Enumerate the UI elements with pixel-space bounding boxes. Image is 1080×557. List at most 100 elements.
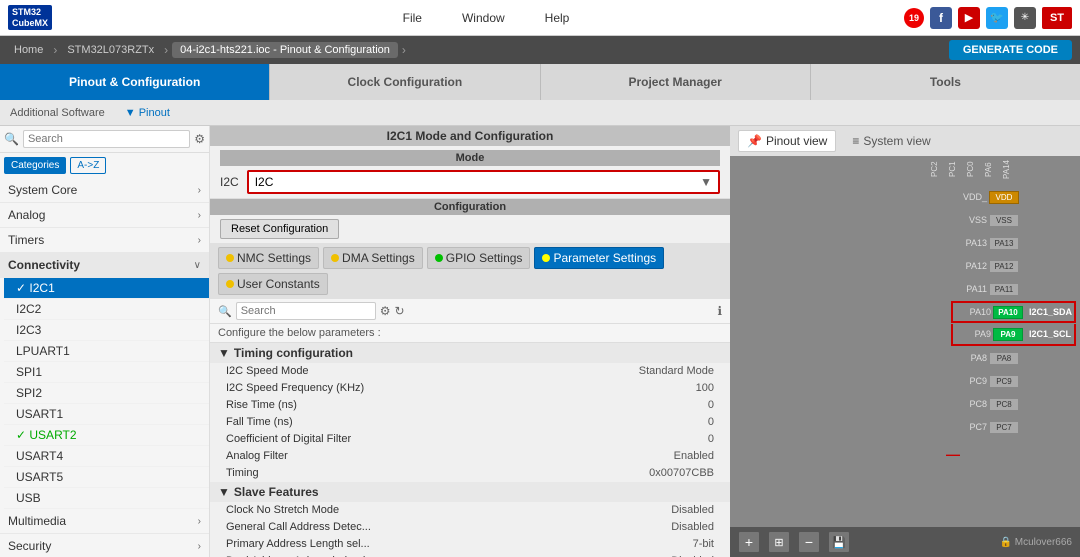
i2c-mode-select[interactable]: I2C ▼ (247, 170, 720, 194)
generate-code-button[interactable]: GENERATE CODE (949, 40, 1072, 60)
sidebar-item-connectivity[interactable]: Connectivity ∨ (0, 253, 209, 278)
sidebar-item-usb[interactable]: USB (4, 488, 209, 509)
tab-dma-settings[interactable]: DMA Settings (323, 247, 423, 269)
param-row-general-call: General Call Address Detec... Disabled (210, 519, 730, 536)
sidebar-item-spi1[interactable]: SPI1 (4, 362, 209, 383)
pin-func-i2c1-sda: I2C1_SDA (1029, 307, 1072, 317)
gpio-dot-icon (435, 254, 443, 262)
tab-user-constants[interactable]: User Constants (218, 273, 328, 295)
menu-file[interactable]: File (403, 11, 422, 25)
sidebar-item-i2c3[interactable]: I2C3 (4, 320, 209, 341)
menu-window[interactable]: Window (462, 11, 505, 25)
system-view-icon: ≡ (852, 134, 859, 148)
sidebar-item-i2c1[interactable]: ✓ I2C1 (4, 278, 209, 299)
param-row-digital-filter: Coefficient of Digital Filter 0 (210, 431, 730, 448)
sidebar-item-timers[interactable]: Timers › (0, 228, 209, 253)
error-indicator: — (946, 446, 960, 462)
timing-section-header[interactable]: ▼ Timing configuration (210, 343, 730, 363)
pin-header-pc0: PC0 (966, 160, 984, 179)
zoom-in-button[interactable]: + (738, 531, 760, 553)
sidebar-item-lpuart1[interactable]: LPUART1 (4, 341, 209, 362)
logo: STM32CubeMX (8, 5, 52, 31)
pin-box-pc7: PC7 (989, 421, 1019, 434)
pinout-view-icon: 📌 (747, 134, 762, 148)
param-row-analog-filter: Analog Filter Enabled (210, 448, 730, 465)
notification-badge: 19 (904, 8, 924, 28)
timing-collapse-icon: ▼ (218, 346, 230, 360)
pinout-area: PC2 PC1 PC0 PA6 PA14 VDD_ VDD VSS VSS PA… (730, 156, 1080, 557)
tab-tools[interactable]: Tools (811, 64, 1080, 100)
chevron-right-icon5: › (198, 541, 201, 552)
breadcrumb-device[interactable]: STM32L073RZTx (61, 42, 160, 58)
breadcrumb-file[interactable]: 04-i2c1-hts221.ioc - Pinout & Configurat… (172, 42, 398, 58)
tab-parameter-settings[interactable]: Parameter Settings (534, 247, 664, 269)
config-title: Configuration (210, 199, 730, 215)
menu-help[interactable]: Help (545, 11, 570, 25)
save-view-button[interactable]: 💾 (828, 531, 850, 553)
select-chevron-icon: ▼ (700, 175, 712, 189)
sidebar-gear-icon[interactable]: ⚙ (194, 132, 205, 146)
network-icon[interactable]: ✳ (1014, 7, 1036, 29)
param-row-rise-time: Rise Time (ns) 0 (210, 397, 730, 414)
twitter-icon[interactable]: 🐦 (986, 7, 1008, 29)
pin-label-pa9: PA9 (955, 329, 991, 339)
tab-gpio-settings[interactable]: GPIO Settings (427, 247, 531, 269)
tab-nmc-settings[interactable]: NMC Settings (218, 247, 319, 269)
pin-label-vdd: VDD_ (951, 192, 987, 202)
pin-box-pa8: PA8 (989, 352, 1019, 365)
param-row-timing: Timing 0x00707CBB (210, 465, 730, 482)
pin-label-pa12: PA12 (951, 261, 987, 271)
sidebar-item-usart2[interactable]: ✓ USART2 (4, 425, 209, 446)
slave-collapse-icon: ▼ (218, 485, 230, 499)
pin-label-pc8: PC8 (951, 399, 987, 409)
pin-header-pc2: PC2 (930, 160, 948, 179)
nmc-dot-icon (226, 254, 234, 262)
pin-label-vss: VSS (951, 215, 987, 225)
pin-box-pc9: PC9 (989, 375, 1019, 388)
tab-clock[interactable]: Clock Configuration (270, 64, 540, 100)
sidebar-item-security[interactable]: Security › (0, 534, 209, 557)
breadcrumb-home[interactable]: Home (8, 42, 49, 58)
sidebar-item-system-core[interactable]: System Core › (0, 178, 209, 203)
param-dot-icon (542, 254, 550, 262)
sidebar-item-multimedia[interactable]: Multimedia › (0, 509, 209, 534)
params-refresh-icon[interactable]: ↻ (394, 304, 404, 318)
params-search-input[interactable] (236, 302, 376, 320)
reset-config-button[interactable]: Reset Configuration (220, 219, 339, 239)
tab-system-view[interactable]: ≡ System view (844, 131, 938, 151)
pin-label-pc9: PC9 (951, 376, 987, 386)
facebook-icon[interactable]: f (930, 7, 952, 29)
sidebar-item-spi2[interactable]: SPI2 (4, 383, 209, 404)
param-row-speed-freq: I2C Speed Frequency (KHz) 100 (210, 380, 730, 397)
pin-box-pa11: PA11 (989, 283, 1019, 296)
sidebar-item-i2c2[interactable]: I2C2 (4, 299, 209, 320)
sidebar-search-input[interactable] (23, 130, 190, 148)
fit-screen-button[interactable]: ⊞ (768, 531, 790, 553)
pin-header-pc1: PC1 (948, 160, 966, 179)
center-panel: I2C1 Mode and Configuration Mode I2C I2C… (210, 126, 730, 557)
subnav-software[interactable]: Additional Software (10, 107, 105, 119)
breadcrumb-sep1: › (53, 43, 57, 57)
chevron-right-icon3: › (198, 235, 201, 246)
tab-project[interactable]: Project Manager (541, 64, 811, 100)
sidebar-item-usart4[interactable]: USART4 (4, 446, 209, 467)
sidebar-tab-categories[interactable]: Categories (4, 157, 66, 174)
youtube-icon[interactable]: ▶ (958, 7, 980, 29)
chevron-down-icon: ∨ (194, 260, 201, 271)
tab-pinout[interactable]: Pinout & Configuration (0, 64, 270, 100)
sidebar-item-analog[interactable]: Analog › (0, 203, 209, 228)
sidebar-item-usart5[interactable]: USART5 (4, 467, 209, 488)
pin-box-pa9: PA9 (993, 328, 1023, 341)
breadcrumb-sep2: › (164, 43, 168, 57)
tab-pinout-view[interactable]: 📌 Pinout view (738, 130, 836, 152)
sidebar-tab-atoz[interactable]: A->Z (70, 157, 106, 174)
chevron-right-icon4: › (198, 516, 201, 527)
pin-label-pa11: PA11 (951, 284, 987, 294)
param-row-speed-mode: I2C Speed Mode Standard Mode (210, 363, 730, 380)
breadcrumb-arrow: › (402, 43, 406, 57)
zoom-out-button[interactable]: − (798, 531, 820, 553)
sidebar-item-usart1[interactable]: USART1 (4, 404, 209, 425)
subnav-pinout[interactable]: ▼ Pinout (125, 107, 170, 119)
slave-section-header[interactable]: ▼ Slave Features (210, 482, 730, 502)
params-settings-icon[interactable]: ⚙ (380, 304, 391, 318)
